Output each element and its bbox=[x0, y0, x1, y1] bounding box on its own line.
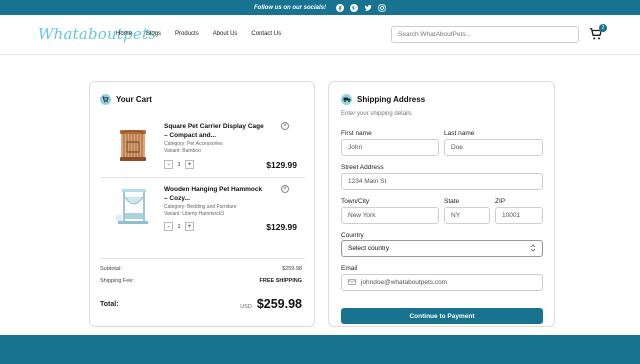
first-name-field[interactable]: John bbox=[341, 139, 439, 156]
quantity-value[interactable]: 1 bbox=[173, 224, 185, 230]
nav-contact-us[interactable]: Contact Us bbox=[251, 31, 281, 37]
country-select[interactable]: Select country bbox=[341, 240, 543, 257]
zip-label: ZIP bbox=[495, 198, 506, 205]
item-price: $129.99 bbox=[266, 222, 297, 232]
email-field[interactable]: johndoe@whataboutpets.com bbox=[341, 274, 543, 291]
cart-heading: Your Cart bbox=[100, 94, 152, 105]
truck-icon bbox=[341, 94, 352, 105]
decrease-qty-button[interactable]: - bbox=[164, 222, 173, 231]
continue-to-payment-button[interactable]: Continue to Payment bbox=[341, 308, 543, 324]
cart-count-badge: 2 bbox=[599, 24, 607, 32]
facebook-icon[interactable] bbox=[336, 3, 344, 12]
shipping-fee-value: FREE SHIPPING bbox=[259, 278, 302, 284]
twitter-icon[interactable] bbox=[364, 4, 372, 12]
shipping-subtitle: Enter your shipping details bbox=[341, 111, 412, 117]
mail-icon bbox=[348, 278, 356, 287]
currency-code: USD bbox=[240, 304, 252, 310]
search-input[interactable]: Search WhatAboutPets... bbox=[391, 26, 579, 43]
item-name[interactable]: Wooden Hanging Pet Hammock – Cozy... bbox=[164, 185, 264, 203]
city-label: Town/City bbox=[341, 198, 370, 205]
total-label: Total: bbox=[100, 301, 119, 308]
cart-heading-icon bbox=[100, 94, 111, 105]
quantity-stepper: - 1 + bbox=[164, 222, 194, 231]
nav-products[interactable]: Products bbox=[175, 31, 199, 37]
nav-home[interactable]: Home bbox=[116, 31, 132, 37]
increase-qty-button[interactable]: + bbox=[185, 222, 194, 231]
last-name-label: Last name bbox=[444, 130, 475, 137]
cart-item: Square Pet Carrier Display Cage – Compac… bbox=[100, 116, 305, 174]
pet-carrier-cage-image bbox=[112, 124, 154, 168]
item-category: Category: Pet Accessories bbox=[164, 141, 223, 147]
email-label: Email bbox=[341, 265, 358, 272]
subtotal-value: $259.98 bbox=[282, 266, 302, 272]
zip-field[interactable]: 10001 bbox=[495, 207, 543, 224]
nav-blogs[interactable]: Blogs bbox=[146, 31, 161, 37]
pinterest-icon[interactable] bbox=[350, 3, 358, 12]
item-divider bbox=[100, 177, 305, 178]
item-variant: Variant: Bamboo bbox=[164, 148, 201, 154]
shipping-card: Shipping Address Enter your shipping det… bbox=[328, 81, 555, 327]
last-name-field[interactable]: Doe bbox=[444, 139, 543, 156]
email-value: johndoe@whataboutpets.com bbox=[361, 279, 448, 286]
follow-text: Follow us on our socials! bbox=[253, 4, 326, 11]
shipping-fee-row: Shipping Fee: FREE SHIPPING bbox=[100, 278, 302, 284]
shipping-heading: Shipping Address bbox=[341, 94, 425, 105]
main-nav: Home Blogs Products About Us Contact Us bbox=[116, 31, 281, 37]
total-amount: USD $259.98 bbox=[240, 297, 302, 311]
country-label: Country bbox=[341, 232, 364, 239]
increase-qty-button[interactable]: + bbox=[185, 160, 194, 169]
instagram-icon[interactable] bbox=[378, 3, 386, 12]
decrease-qty-button[interactable]: - bbox=[164, 160, 173, 169]
quantity-value[interactable]: 1 bbox=[173, 162, 185, 168]
shipping-title: Shipping Address bbox=[357, 95, 426, 104]
subtotal-label: Subtotal: bbox=[100, 266, 122, 272]
chevron-updown-icon bbox=[530, 243, 536, 254]
nav-about-us[interactable]: About Us bbox=[213, 31, 238, 37]
state-field[interactable]: NY bbox=[444, 207, 490, 224]
item-variant: Variant: Liberty Hammock3 bbox=[164, 211, 224, 217]
street-label: Street Address bbox=[341, 164, 384, 171]
shipping-fee-label: Shipping Fee: bbox=[100, 278, 134, 284]
pet-hammock-image bbox=[112, 185, 154, 229]
site-footer bbox=[0, 335, 640, 364]
city-field[interactable]: New York bbox=[341, 207, 439, 224]
item-price: $129.99 bbox=[266, 160, 297, 170]
item-category: Category: Bedding and Furniture bbox=[164, 204, 237, 210]
cart-title: Your Cart bbox=[116, 95, 152, 104]
remove-item-button[interactable]: × bbox=[281, 122, 289, 130]
subtotal-row: Subtotal: $259.98 bbox=[100, 266, 302, 272]
cart-card: Your Cart Square Pet Carrier Display Cag… bbox=[89, 81, 315, 327]
remove-item-button[interactable]: × bbox=[281, 185, 289, 193]
country-selected-value: Select country bbox=[348, 245, 390, 252]
street-field[interactable]: 1234 Main St bbox=[341, 173, 543, 190]
social-topbar: Follow us on our socials! bbox=[0, 0, 640, 15]
cart-item: Wooden Hanging Pet Hammock – Cozy... Cat… bbox=[100, 179, 305, 237]
state-label: State bbox=[444, 198, 460, 205]
quantity-stepper: - 1 + bbox=[164, 160, 194, 169]
total-value: $259.98 bbox=[256, 297, 302, 311]
summary-divider bbox=[100, 258, 305, 259]
first-name-label: First name bbox=[341, 130, 372, 137]
item-name[interactable]: Square Pet Carrier Display Cage – Compac… bbox=[164, 122, 264, 140]
